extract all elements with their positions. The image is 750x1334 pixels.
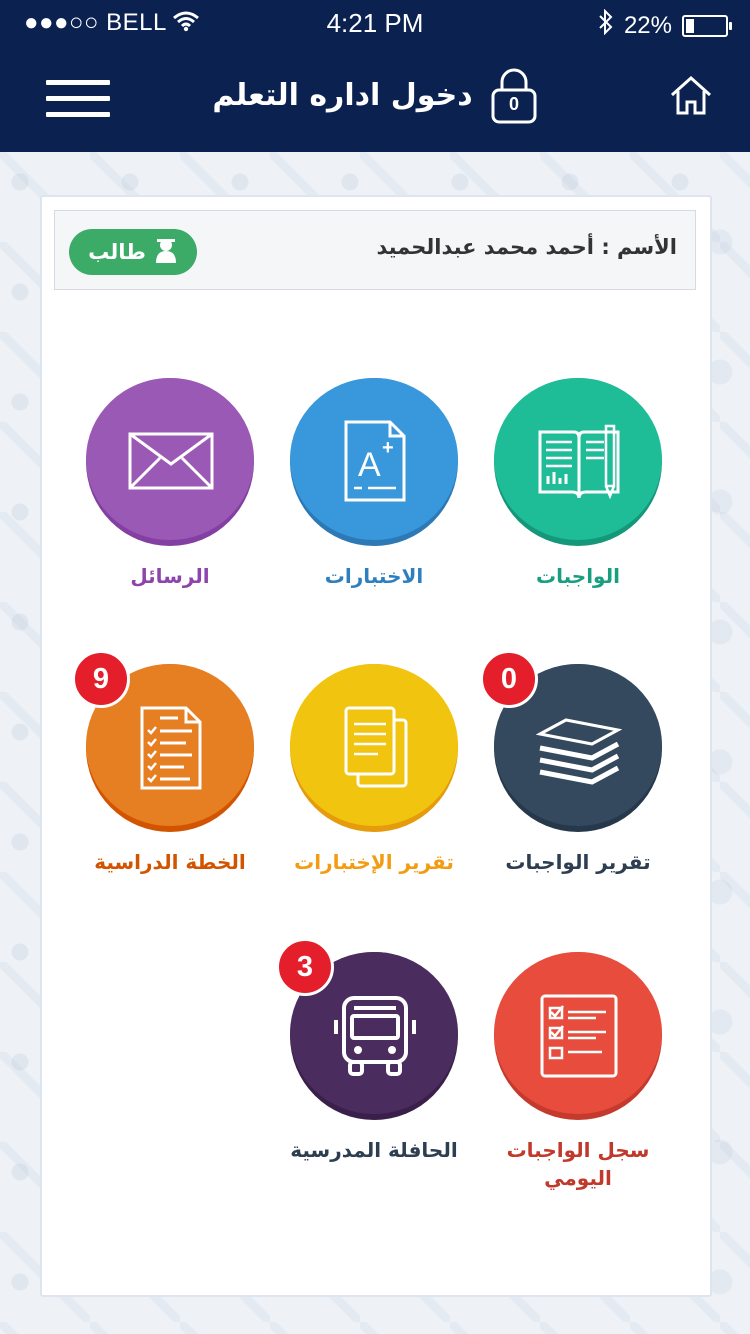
exam-grade-icon: A + <box>344 420 406 502</box>
tile-circle <box>494 952 662 1120</box>
notification-badge: 3 <box>276 938 334 996</box>
notification-badge: 0 <box>480 650 538 708</box>
lock-count: 0 <box>508 94 519 114</box>
bluetooth-icon <box>598 8 614 42</box>
svg-text:+: + <box>382 437 394 459</box>
user-icon <box>154 237 178 268</box>
tile-label: الاختبارات <box>324 564 424 588</box>
tile-circle <box>86 378 254 546</box>
tile-circle <box>494 378 662 546</box>
daily-log-icon <box>540 994 618 1078</box>
app-header: دخول اداره التعلم 0 <box>0 48 750 152</box>
tile-label: تقرير الإختبارات <box>294 850 454 874</box>
tile-label: الحافلة المدرسية <box>290 1138 458 1162</box>
tile-circle: A + <box>290 378 458 546</box>
checklist-icon <box>140 706 202 790</box>
role-label: طالب <box>88 240 146 264</box>
user-info-bar: الأسم : أحمد محمد عبدالحميد طالب <box>54 210 696 290</box>
tile-label: الرسائل <box>130 564 210 588</box>
bus-icon <box>334 996 416 1076</box>
tile-circle <box>290 664 458 832</box>
tile-homework[interactable]: الواجبات <box>478 378 678 598</box>
battery-percent: 22% <box>623 11 672 39</box>
home-icon[interactable] <box>668 74 714 120</box>
tile-label: الواجبات <box>536 564 620 588</box>
battery-icon <box>682 14 732 37</box>
notification-badge: 9 <box>72 650 130 708</box>
tile-homework-report[interactable]: تقرير الواجبات 0 <box>478 650 678 884</box>
envelope-icon <box>128 432 214 490</box>
documents-icon <box>344 706 408 788</box>
user-name: الأسم : أحمد محمد عبدالحميد <box>376 235 677 259</box>
tile-school-bus[interactable]: الحافلة المدرسية 3 <box>274 938 474 1172</box>
tile-messages[interactable]: الرسائل <box>70 378 270 598</box>
book-icon <box>538 424 620 500</box>
layers-icon <box>536 718 622 785</box>
status-bar: ●●●○○ BELL 4:21 PM 22% <box>0 0 750 48</box>
tile-label: سجل الواجبات اليومي <box>506 1138 650 1190</box>
menu-icon[interactable] <box>46 80 110 120</box>
tile-daily-homework-log[interactable]: سجل الواجبات اليومي <box>478 952 678 1190</box>
tile-label: تقرير الواجبات <box>505 850 651 874</box>
svg-text:A: A <box>358 446 381 484</box>
tile-label: الخطة الدراسية <box>94 850 246 874</box>
role-badge[interactable]: طالب <box>69 229 197 275</box>
tile-exams-report[interactable]: تقرير الإختبارات <box>274 664 474 884</box>
page-title: دخول اداره التعلم <box>212 78 473 113</box>
tile-exams[interactable]: A + الاختبارات <box>274 378 474 598</box>
lock-icon[interactable]: 0 <box>490 68 538 124</box>
tile-study-plan[interactable]: الخطة الدراسية 9 <box>70 650 270 884</box>
